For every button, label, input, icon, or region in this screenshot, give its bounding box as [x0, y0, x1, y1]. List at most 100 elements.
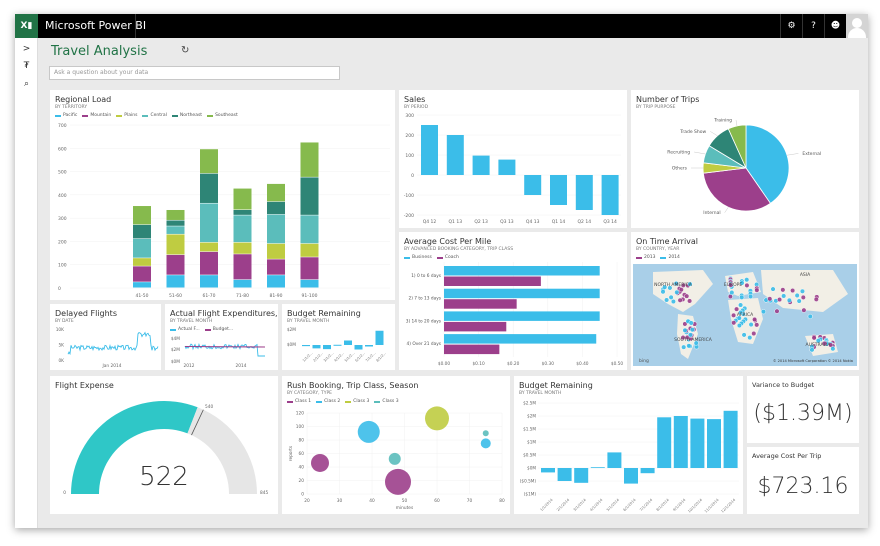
gauge-target-label: 540	[205, 404, 213, 410]
refresh-icon[interactable]: ↻	[181, 45, 189, 56]
y-tick-label: 100	[405, 153, 414, 159]
map-point	[678, 287, 684, 293]
map-point	[660, 289, 666, 295]
continent-label: NORTH AMERICA	[654, 282, 693, 288]
bar	[624, 468, 638, 484]
tile-number-of-trips[interactable]: Number of Trips BY TRIP PURPOSE External…	[631, 90, 859, 228]
map-point	[677, 297, 683, 303]
actual-expenditures-chart: $0M $2M $4M 2012 2014	[171, 336, 266, 369]
tile-variance-to-budget[interactable]: Variance to Budget ($1.39M)	[747, 376, 859, 443]
map-point	[751, 330, 757, 337]
continent-label: ASIA	[800, 272, 811, 278]
map-point	[738, 302, 744, 308]
y-tick-label: 10K	[56, 327, 64, 333]
tile-regional-load[interactable]: Regional Load BY TERRITORY Pacific Mounta…	[50, 90, 395, 300]
bar	[673, 416, 688, 468]
slice-label: Internal	[703, 210, 720, 216]
bar	[375, 330, 384, 345]
legend-item: 2014	[660, 255, 680, 260]
scatter-bubble	[385, 468, 411, 495]
y-tick-label: ($1M)	[524, 492, 537, 497]
app-title: Microsoft Power BI	[45, 19, 147, 32]
bar	[421, 125, 438, 175]
map-point	[670, 298, 676, 305]
x-tick-label: 30	[337, 498, 343, 504]
map-point	[754, 287, 760, 293]
tile-rush-booking[interactable]: Rush Booking, Trip Class, Season BY CATE…	[282, 376, 510, 514]
tile-average-cost-per-trip[interactable]: Average Cost Per Trip $723.16	[747, 447, 859, 514]
x-tick-label: 4/1/2014	[589, 497, 604, 512]
y-tick-label: 2) 7 to 13 days	[408, 296, 441, 302]
tile-budget-remaining-large[interactable]: Budget Remaining BY TRAVEL MONTH ($1M) ($…	[514, 376, 743, 514]
continent-label: EUROPE	[724, 282, 743, 288]
tile-actual-flight-expenditures[interactable]: Actual Flight Expenditures, Bu... BY TRA…	[165, 304, 278, 370]
qa-input[interactable]: Ask a question about your data	[49, 66, 340, 80]
x-tick-label: Jan 2014	[102, 363, 122, 369]
dashboard-title: Travel Analysis	[51, 44, 148, 59]
bar-segment	[267, 183, 285, 202]
tile-on-time-arrival[interactable]: On Time Arrival BY COUNTRY, YEAR 2013 20…	[631, 232, 859, 370]
cost-per-mile-chart: $0.00 $0.10 $0.20 $0.30 $0.40 $0.50 1) 0 to 6 …	[406, 262, 623, 367]
bar-segment	[133, 282, 151, 288]
line-actual	[184, 343, 265, 357]
x-tick-label: $0.00	[438, 361, 451, 367]
bar-segment	[200, 149, 218, 174]
tile-delayed-flights[interactable]: Delayed Flights BY DATE 0K 5K 10K Jan 2014	[50, 304, 161, 370]
bar-segment	[300, 142, 319, 177]
x-tick-label: 8/1/2...	[375, 351, 387, 363]
x-tick-label: 5/1/2014	[606, 497, 621, 512]
gear-icon[interactable]: ⚙	[780, 14, 802, 38]
bar-segment	[166, 254, 185, 275]
map-point	[774, 308, 780, 314]
x-tick-label: 2/1/2014	[556, 497, 571, 512]
help-icon[interactable]: ?	[802, 14, 824, 38]
leader-line	[710, 131, 718, 136]
sales-chart: -200 -100 0 100 200 300 Q4 12 Q1 13 Q2 13 Q3 13 Q4…	[404, 113, 621, 225]
bar	[640, 468, 655, 474]
slice-label: Others	[672, 166, 688, 172]
bar-segment	[233, 215, 252, 243]
map-point	[731, 320, 737, 326]
user-avatar[interactable]	[846, 14, 868, 38]
x-tick-label: 81-90	[269, 293, 282, 299]
bar	[550, 175, 567, 205]
map-point	[747, 335, 753, 341]
y-tick-label: $2M	[287, 327, 296, 333]
x-tick-label: Q3 13	[500, 219, 514, 225]
pin-icon[interactable]: ₮	[15, 58, 38, 74]
smiley-feedback-icon[interactable]: ☻	[824, 14, 846, 38]
y-tick-label: 1) 0 to 6 days	[411, 273, 442, 279]
x-tick-label: 5/1/2...	[344, 351, 356, 363]
bar	[707, 419, 721, 468]
map-point	[748, 322, 754, 328]
leader-line	[724, 207, 729, 213]
trips-pie-chart: External Internal Others Recruiting Trade Sh…	[667, 118, 821, 217]
map-point	[800, 294, 806, 300]
left-nav: > ₮ ⌕	[15, 38, 38, 528]
y-tick-label: 80	[299, 438, 305, 444]
powerbi-logo-icon[interactable]: X▮	[15, 14, 38, 38]
chevron-right-icon[interactable]: >	[15, 41, 38, 57]
tile-budget-remaining-small[interactable]: Budget Remaining BY TRAVEL MONTH $2M $0M 1…	[282, 304, 395, 370]
y-tick-label: 300	[405, 113, 414, 119]
bar	[723, 410, 738, 468]
flight-expense-gauge: 5400 845	[63, 401, 268, 496]
map-point	[790, 288, 796, 294]
tile-sales[interactable]: Sales BY PERIOD -200 -100 0 100 200 300 Q4 12 Q…	[399, 90, 627, 228]
title-divider	[135, 14, 136, 38]
map-point	[830, 346, 836, 352]
map-point	[794, 292, 800, 299]
map-point	[777, 297, 783, 303]
tile-flight-expense[interactable]: Flight Expense 540 0 845 522	[50, 376, 278, 514]
x-tick-label: Q1 14	[552, 219, 566, 225]
y-tick-label: 4) Over 21 days	[407, 341, 442, 347]
tile-average-cost-per-mile[interactable]: Average Cost Per Mile BY ADVANCED BOOKIN…	[399, 232, 627, 370]
world-map[interactable]: NORTH AMERICA EUROPE ASIA AFRICA SOUTH AMERI…	[633, 264, 857, 366]
bar-segment	[200, 203, 218, 243]
bar-segment	[300, 243, 319, 257]
bar	[354, 345, 363, 350]
search-icon[interactable]: ⌕	[15, 76, 38, 92]
bar	[601, 175, 619, 215]
gauge-value: 522	[139, 462, 189, 492]
x-tick-label: 41-50	[135, 293, 148, 299]
